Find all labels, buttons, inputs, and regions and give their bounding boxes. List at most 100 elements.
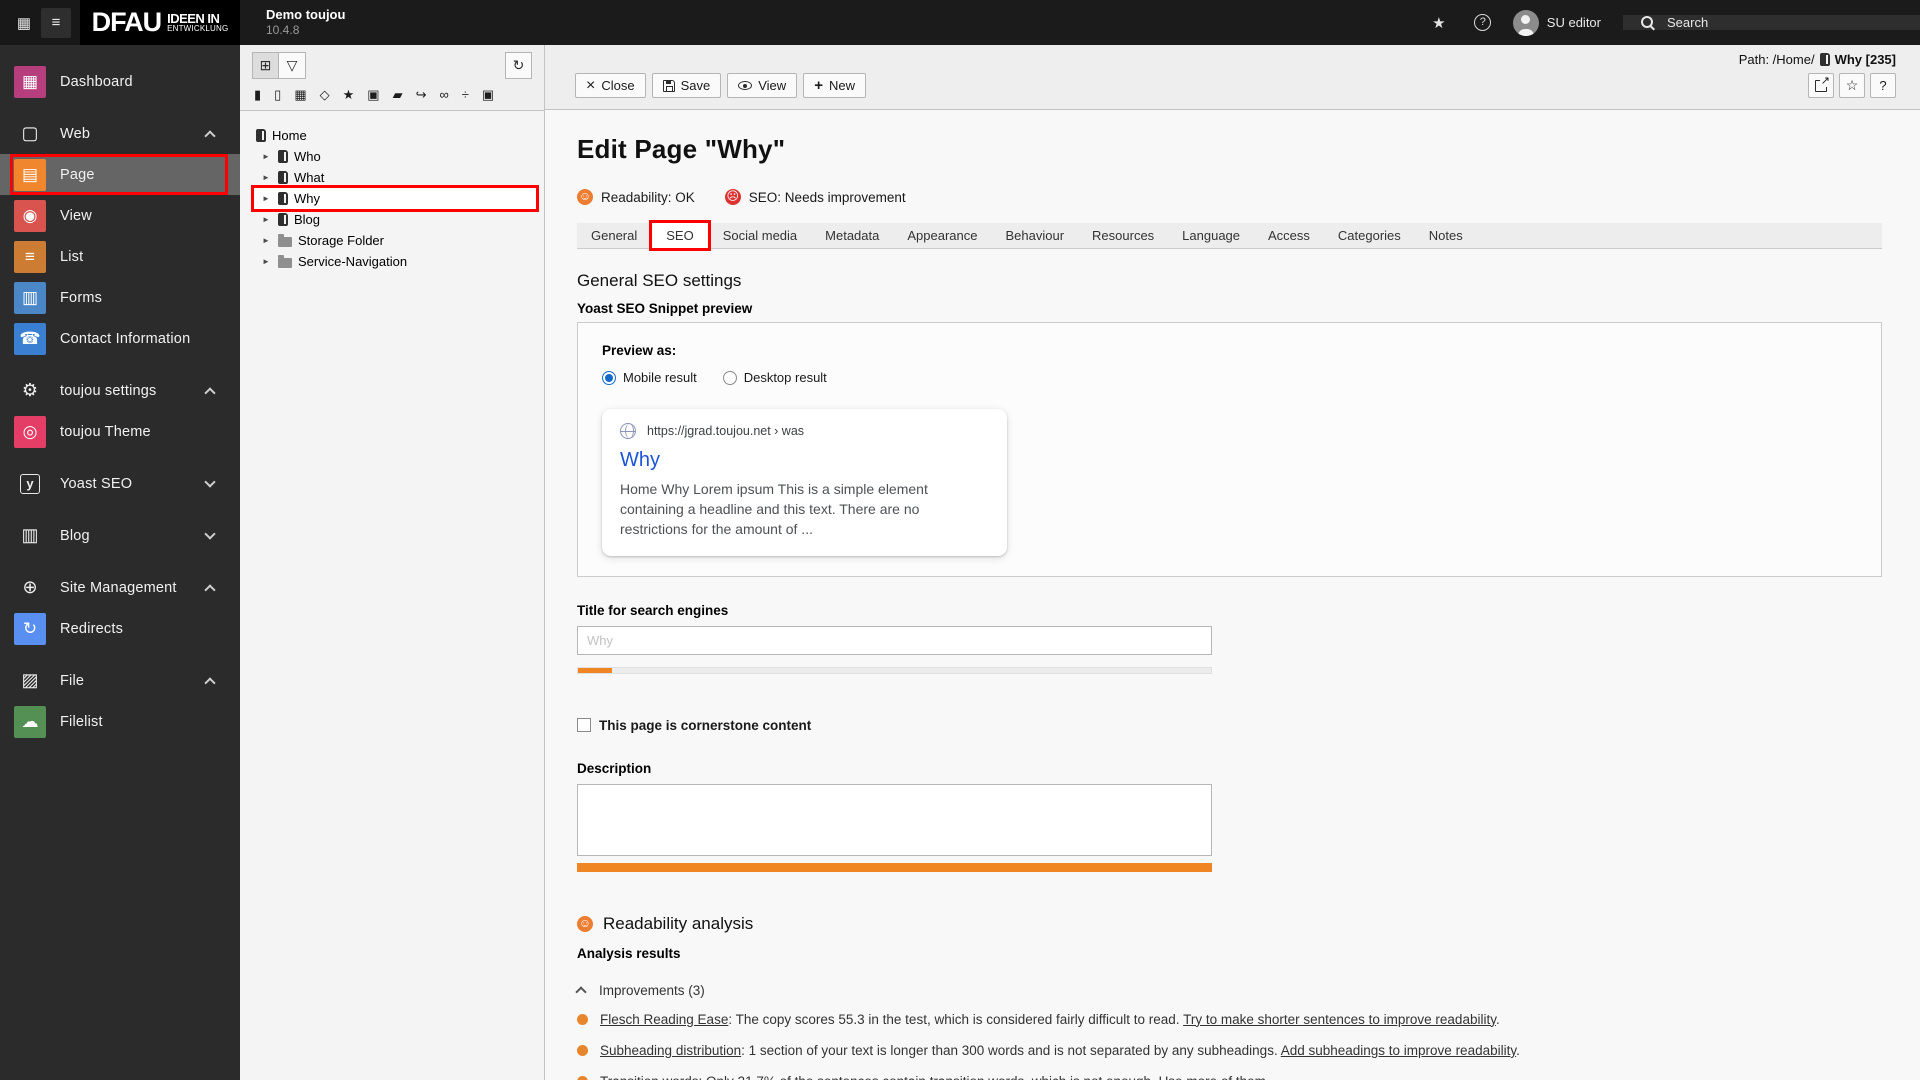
tab[interactable]: SEO [649, 220, 712, 251]
drag-new-page-icon[interactable]: ★ [343, 88, 355, 101]
site-name: Demo toujou [266, 6, 346, 22]
tab[interactable]: Appearance [893, 223, 991, 248]
drag-new-page-icon[interactable]: ▦ [294, 88, 306, 101]
tb-badge-icon: ★ [342, 87, 355, 102]
tab[interactable]: Access [1254, 223, 1324, 248]
drag-new-page-icon[interactable]: ▣ [482, 88, 494, 101]
breadcrumb: Path: /Home/ [1738, 52, 1815, 67]
tab[interactable]: Notes [1415, 223, 1477, 248]
new-page-button[interactable]: ⊞ [252, 52, 279, 79]
drag-new-page-icon[interactable]: ▣ [367, 88, 379, 101]
drag-new-page-icon[interactable]: ↪ [416, 88, 427, 101]
status-label: SEO: Needs improvement [748, 189, 906, 205]
bookmark-star-icon[interactable] [1421, 0, 1457, 45]
tab[interactable]: Resources [1078, 223, 1168, 248]
save-button[interactable]: Save [651, 73, 722, 98]
sidebar-item[interactable]: ◉ View [0, 195, 240, 236]
sidebar-item[interactable]: ▨ File [0, 660, 240, 701]
help-button[interactable] [1870, 73, 1896, 98]
improvements-toggle[interactable]: Improvements (3) [575, 983, 1882, 998]
tree-node[interactable]: What [254, 167, 536, 188]
analysis-topic-link[interactable]: Transition words [600, 1074, 699, 1080]
sidebar-item[interactable]: ◎ toujou Theme [0, 411, 240, 452]
analysis-action-link[interactable]: Add subheadings to improve readability [1281, 1043, 1516, 1058]
analysis-topic-link[interactable]: Subheading distribution [600, 1043, 741, 1058]
sidebar-item[interactable]: ▥ Blog [0, 515, 240, 556]
sidebar-item[interactable]: ☁ Filelist [0, 701, 240, 742]
user-menu[interactable]: SU editor [1509, 9, 1615, 36]
seo-description-textarea[interactable] [577, 783, 1212, 856]
expand-arrow-icon[interactable] [262, 174, 272, 182]
tree-node[interactable]: Blog [254, 209, 536, 230]
analysis-action-link[interactable]: Use more of them [1159, 1074, 1266, 1080]
sidebar-item[interactable]: ▢ Web [0, 113, 240, 154]
tree-page-icon [278, 150, 288, 163]
tree-node[interactable]: Service-Navigation [254, 251, 536, 272]
radio-mobile-result[interactable]: Mobile result [602, 370, 697, 385]
doc-header: Path: /Home/ Why [235] Close Save View N… [545, 45, 1920, 110]
tab[interactable]: Behaviour [991, 223, 1078, 248]
tree-node[interactable]: Home [254, 125, 536, 146]
view-button[interactable]: View [727, 73, 798, 98]
expand-arrow-icon[interactable] [262, 195, 272, 203]
radio-unselected-icon [722, 370, 737, 385]
help-icon[interactable]: ? [1465, 0, 1501, 45]
global-search[interactable]: Search [1623, 15, 1920, 30]
sidebar-item[interactable]: ▥ Forms [0, 277, 240, 318]
sidebar-item[interactable]: y Yoast SEO [0, 463, 240, 504]
brand-logo[interactable]: DFAU IDEEN IN ENTWICKLUNG [80, 0, 240, 45]
close-button[interactable]: Close [575, 73, 646, 98]
sidebar-item[interactable]: ⚙ toujou settings [0, 370, 240, 411]
module-body: Edit Page "Why" ☺ Readability: OK ☹ SEO:… [545, 110, 1920, 1080]
tab[interactable]: Categories [1324, 223, 1415, 248]
title-field-label: Title for search engines [577, 602, 729, 618]
description-length-bar [577, 862, 1212, 872]
expand-arrow-icon[interactable] [262, 237, 272, 245]
radio-desktop-result[interactable]: Desktop result [722, 370, 827, 385]
tree-node[interactable]: Why [251, 185, 539, 212]
filter-icon[interactable]: ▽ [279, 52, 306, 79]
tab[interactable]: Metadata [811, 223, 893, 248]
sidebar-item[interactable]: ▤ Page [0, 154, 240, 195]
sidebar-item[interactable]: ☎ Contact Information [0, 318, 240, 359]
seo-title-input[interactable] [577, 625, 1212, 655]
avatar [1512, 9, 1539, 36]
drag-new-page-icon[interactable]: ◇ [320, 88, 330, 101]
analysis-action-link[interactable]: Try to make shorter sentences to improve… [1183, 1012, 1496, 1027]
sidebar-item[interactable]: ≡ List [0, 236, 240, 277]
tree-node[interactable]: Who [254, 146, 536, 167]
new-button[interactable]: New [803, 73, 866, 98]
drag-new-page-icon[interactable]: ∞ [439, 88, 448, 101]
close-icon [586, 78, 595, 94]
sidebar-item[interactable]: ▦ Dashboard [0, 61, 240, 102]
checkbox-unchecked-icon[interactable] [577, 718, 591, 733]
open-frontend-button[interactable] [1808, 73, 1834, 98]
drag-new-page-icon[interactable]: ÷ [462, 88, 469, 101]
analysis-topic-link[interactable]: Flesch Reading Ease [600, 1012, 728, 1027]
forms-icon: ▥ [21, 287, 39, 307]
cornerstone-checkbox-row[interactable]: This page is cornerstone content [577, 718, 1882, 733]
sidebar-item[interactable]: ⊕ Site Management [0, 567, 240, 608]
content-area: Path: /Home/ Why [235] Close Save View N… [545, 45, 1920, 1080]
drag-new-page-icon[interactable]: ▮ [254, 88, 261, 101]
new-page-drag-area: ▮ ▯ ▦ ◇ ★ ▣ ▰ ↪ ∞ ÷ ▣ [254, 88, 530, 101]
module-grid-icon[interactable]: ▦ [9, 8, 39, 38]
tree-node[interactable]: Storage Folder [254, 230, 536, 251]
pagetree-toggle-icon[interactable]: ≡ [41, 7, 71, 38]
sidebar-item[interactable]: ↻ Redirects [0, 608, 240, 649]
drag-new-page-icon[interactable]: ▯ [274, 88, 281, 101]
module-menu: ▦ Dashboard ▢ Web ▤ Page ◉ View ≡ List ▥… [0, 45, 240, 1080]
tab[interactable]: General [577, 223, 651, 248]
expand-arrow-icon[interactable] [262, 153, 272, 161]
bookmark-button[interactable] [1839, 73, 1865, 98]
breadcrumb-page: Why [235] [1834, 52, 1896, 67]
expand-arrow-icon[interactable] [262, 258, 272, 266]
tab[interactable]: Language [1168, 223, 1254, 248]
tree-page-icon [278, 171, 288, 184]
search-icon [1641, 15, 1655, 30]
refresh-icon[interactable]: ↻ [505, 52, 532, 79]
tab[interactable]: Social media [709, 223, 811, 248]
serp-title-link[interactable]: Why [620, 449, 989, 472]
expand-arrow-icon[interactable] [262, 216, 272, 224]
drag-new-page-icon[interactable]: ▰ [393, 88, 403, 101]
